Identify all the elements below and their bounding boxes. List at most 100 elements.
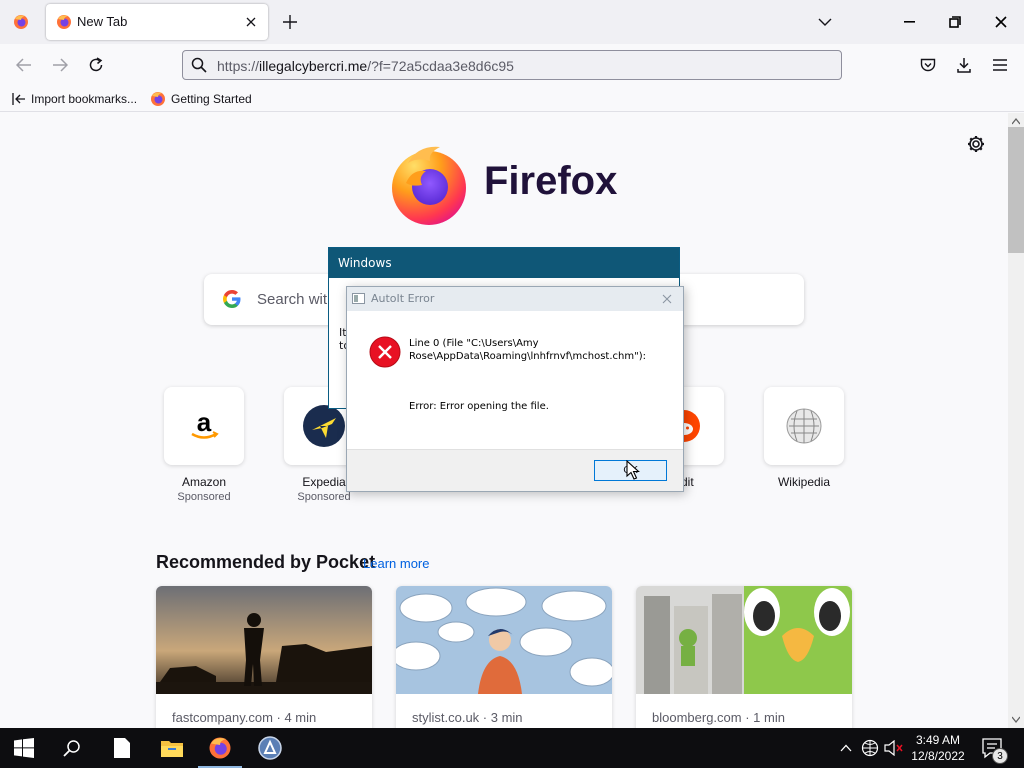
scroll-up-icon[interactable] [1012,117,1020,125]
dialog-close-button[interactable] [657,291,677,307]
customize-settings-button[interactable] [966,134,986,154]
show-hidden-icons-button[interactable] [836,738,856,758]
search-icon [191,57,207,73]
firefox-icon [14,15,28,29]
bookmark-getting-started[interactable]: Getting Started [150,90,252,108]
app-menu-button[interactable] [987,53,1013,77]
close-window-button[interactable] [978,0,1024,44]
url-bar[interactable]: https://illegalcybercri.me/?f=72a5cdaa3e… [182,50,842,80]
wikipedia-icon [764,387,844,465]
start-button[interactable] [0,728,48,768]
error-icon [369,336,401,368]
google-icon [222,289,242,309]
pocket-learn-more-link[interactable]: Learn more [363,556,429,571]
firefox-logo [388,143,470,225]
top-site-title: Wikipedia [777,475,831,489]
error-detail: Error: Error opening the file. [409,401,549,412]
tab-label: New Tab [77,14,128,29]
pocket-heading: Recommended by Pocket [156,552,376,572]
minimize-button[interactable] [886,0,932,44]
dialog-titlebar[interactable]: AutoIt Error [347,287,683,311]
pocket-card-bloomberg[interactable]: bloomberg.com · 1 min [636,586,852,728]
app-window-icon [352,293,365,304]
reload-icon [89,57,103,72]
tab-strip: New Tab [0,0,1024,44]
download-icon [957,58,971,73]
page-scrollbar[interactable] [1008,113,1024,728]
system-clock[interactable]: 3:49 AM 12/8/2022 [908,732,968,764]
svg-text:a: a [197,409,212,437]
forward-button[interactable] [47,53,73,77]
windows-logo-icon [14,738,34,758]
navigation-toolbar: https://illegalcybercri.me/?f=72a5cdaa3e… [0,44,1024,86]
chevron-down-icon [818,18,832,26]
taskbar-document[interactable] [98,728,146,768]
back-arrow-icon [16,58,31,72]
top-site-amazon[interactable]: a Amazon Sponsored [164,387,244,503]
top-site-title: Amazon [181,475,227,489]
close-tab-icon[interactable] [242,13,260,31]
gear-icon [968,136,984,152]
firefox-wordmark: Firefox [484,159,618,203]
back-button[interactable] [11,53,37,77]
import-icon [12,93,25,105]
clock-time: 3:49 AM [915,733,961,747]
taskbar: 3:49 AM 12/8/2022 3 [0,728,1024,768]
article-source: stylist.co.uk · 3 min [412,710,523,725]
taskbar-autoit[interactable] [246,728,294,768]
dialog-title: Windows [329,248,679,278]
error-message: Line 0 (File "C:\Users\Amy Rose\AppData\… [409,338,646,362]
taskbar-file-explorer[interactable] [148,728,196,768]
taskbar-firefox[interactable] [196,728,244,768]
close-icon [662,294,672,304]
tab-new-tab[interactable]: New Tab [46,4,268,40]
minimize-icon [903,21,915,23]
notification-count-badge: 3 [992,748,1008,764]
bookmark-label: Getting Started [171,92,252,106]
sponsored-label: Sponsored [297,491,351,503]
speaker-muted-icon [884,740,903,756]
amazon-icon: a [164,387,244,465]
firefox-logo-icon [392,146,466,225]
autoit-icon [258,736,282,760]
mouse-cursor-icon [626,460,640,480]
list-all-tabs-button[interactable] [813,10,837,34]
bookmarks-toolbar: Import bookmarks... Getting Started [0,86,1024,112]
document-icon [114,738,130,758]
article-image [156,586,372,694]
pocket-button[interactable] [915,53,941,77]
top-site-wikipedia[interactable]: Wikipedia [764,387,844,489]
dialog-title: AutoIt Error [371,292,435,305]
restore-icon [949,16,961,28]
scrollbar-thumb[interactable] [1008,127,1024,253]
volume-button[interactable] [884,738,904,758]
search-icon [63,740,80,757]
close-icon [995,16,1007,28]
article-source: fastcompany.com · 4 min [172,710,317,725]
pocket-card-fastcompany[interactable]: fastcompany.com · 4 min [156,586,372,728]
firefox-icon [151,92,165,106]
search-button[interactable] [48,728,96,768]
article-image [636,586,852,694]
bookmark-label: Import bookmarks... [31,92,138,106]
bookmark-import[interactable]: Import bookmarks... [12,90,137,108]
downloads-button[interactable] [951,53,977,77]
article-source: bloomberg.com · 1 min [652,710,785,725]
restore-button[interactable] [932,0,978,44]
article-image [396,586,612,694]
pocket-card-stylist[interactable]: stylist.co.uk · 3 min [396,586,612,728]
sponsored-label: Sponsored [177,491,231,503]
forward-arrow-icon [53,58,68,72]
pocket-icon [920,58,936,71]
globe-network-icon [861,739,879,757]
chevron-up-icon [840,744,852,752]
reload-button[interactable] [83,53,109,77]
hamburger-menu-icon [993,59,1007,71]
network-button[interactable] [860,738,880,758]
firefox-view-button[interactable] [6,8,36,36]
clock-date: 12/8/2022 [911,749,965,763]
scroll-down-icon[interactable] [1012,716,1020,724]
folder-icon [161,741,183,757]
firefox-icon [209,737,231,759]
new-tab-button[interactable] [278,10,302,34]
